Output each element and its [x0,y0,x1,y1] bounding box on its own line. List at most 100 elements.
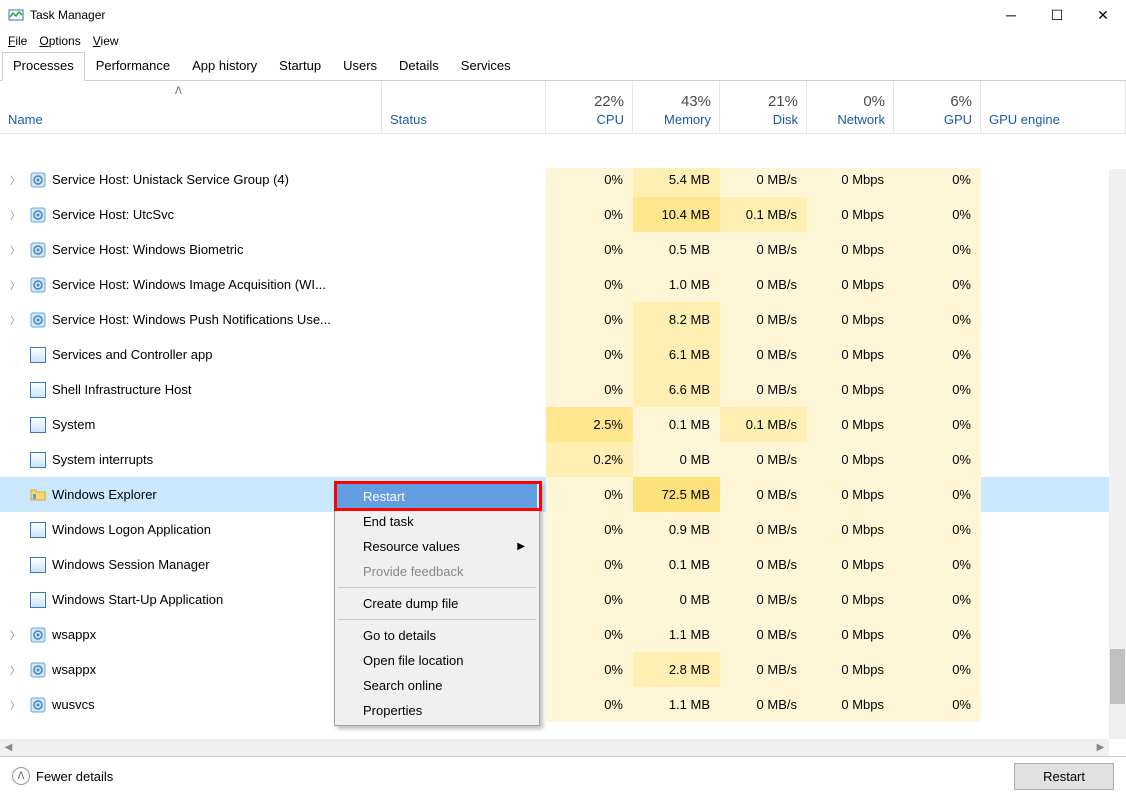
process-memory-cell: 0 MB [633,582,720,617]
column-gpu[interactable]: 6% GPU [894,81,981,133]
process-network-cell: 0 Mbps [807,442,894,477]
column-gpu-engine[interactable]: GPU engine [981,81,1126,133]
process-disk-cell: 0 MB/s [720,547,807,582]
process-gpu-cell: 0% [894,232,981,267]
vertical-scrollbar[interactable] [1109,169,1126,739]
process-network-cell: 0 Mbps [807,302,894,337]
column-disk[interactable]: 21% Disk [720,81,807,133]
process-row[interactable]: 〉Services and Controller app0%6.1 MB0 MB… [0,337,1109,372]
maximize-button[interactable]: ☐ [1034,0,1080,30]
task-manager-icon [8,7,24,23]
footer: ᐱ Fewer details Restart [0,756,1126,795]
expand-chevron-icon[interactable]: 〉 [8,662,22,677]
process-row[interactable]: 〉Windows Session Manager0%0.1 MB0 MB/s0 … [0,547,1109,582]
process-icon [30,592,46,608]
scroll-left-icon[interactable]: ◀ [0,742,17,753]
process-row[interactable]: 〉Shell Infrastructure Host0%6.6 MB0 MB/s… [0,372,1109,407]
horizontal-scrollbar[interactable]: ◀ ▶ [0,739,1109,756]
expand-chevron-icon[interactable]: 〉 [8,312,22,327]
process-network-cell: 0 Mbps [807,547,894,582]
scroll-right-icon[interactable]: ▶ [1092,742,1109,753]
process-row[interactable]: 〉Service Host: UtcSvc0%10.4 MB0.1 MB/s0 … [0,197,1109,232]
process-cpu-cell: 0% [546,582,633,617]
process-row[interactable]: 〉System2.5%0.1 MB0.1 MB/s0 Mbps0% [0,407,1109,442]
process-row[interactable]: 〉wsappx0%1.1 MB0 MB/s0 Mbps0% [0,617,1109,652]
process-network-cell: 0 Mbps [807,687,894,722]
tab-details[interactable]: Details [388,52,450,80]
close-button[interactable]: ✕ [1080,0,1126,30]
menu-view[interactable]: View [93,34,119,48]
column-memory[interactable]: 43% Memory [633,81,720,133]
process-gpu-cell: 0% [894,547,981,582]
process-row[interactable]: 〉Windows Logon Application0%0.9 MB0 MB/s… [0,512,1109,547]
process-row[interactable]: 〉Service Host: Unistack Service Group (4… [0,168,1109,197]
expand-chevron-icon[interactable]: 〉 [8,242,22,257]
context-go-details[interactable]: Go to details [337,623,537,648]
restart-button[interactable]: Restart [1014,763,1114,790]
tab-app-history[interactable]: App history [181,52,268,80]
column-cpu[interactable]: 22% CPU [546,81,633,133]
scrollbar-thumb[interactable] [1110,649,1125,704]
context-search-online[interactable]: Search online [337,673,537,698]
process-row[interactable]: 〉System interrupts0.2%0 MB0 MB/s0 Mbps0% [0,442,1109,477]
context-properties[interactable]: Properties [337,698,537,723]
process-row[interactable]: 〉Windows Start-Up Application0%0 MB0 MB/… [0,582,1109,617]
tab-startup[interactable]: Startup [268,52,332,80]
context-end-task[interactable]: End task [337,509,537,534]
expand-chevron-icon[interactable]: 〉 [8,627,22,642]
process-name-cell: 〉Service Host: UtcSvc [0,197,382,232]
process-status-cell [382,267,546,302]
process-status-cell [382,302,546,337]
column-status-label: Status [390,112,537,127]
process-icon [30,172,46,188]
column-headers: ᐱ Name Status 22% CPU 43% Memory 21% Dis… [0,81,1126,134]
network-pct: 0% [863,93,885,110]
process-gpu-cell: 0% [894,168,981,197]
process-row[interactable]: 〉wsappx0%2.8 MB0 MB/s0 Mbps0% [0,652,1109,687]
tab-performance[interactable]: Performance [85,52,181,80]
process-disk-cell: 0 MB/s [720,302,807,337]
context-restart[interactable]: Restart [337,484,537,509]
engine-label: GPU engine [989,112,1117,127]
process-gpu-cell: 0% [894,302,981,337]
fewer-details-toggle[interactable]: ᐱ Fewer details [12,767,113,785]
column-status[interactable]: Status [382,81,546,133]
process-name-cell: 〉Windows Explorer [0,477,382,512]
column-network[interactable]: 0% Network [807,81,894,133]
context-provide-feedback: Provide feedback [337,559,537,584]
process-gpu-cell: 0% [894,372,981,407]
process-list: 〉Service Host: Unistack Service Group (4… [0,168,1109,739]
expand-chevron-icon[interactable]: 〉 [8,172,22,187]
minimize-button[interactable]: ─ [988,0,1034,30]
context-create-dump[interactable]: Create dump file [337,591,537,616]
tab-processes[interactable]: Processes [2,52,85,81]
process-disk-cell: 0.1 MB/s [720,407,807,442]
process-name-cell: 〉Services and Controller app [0,337,382,372]
titlebar: Task Manager ─ ☐ ✕ [0,0,1126,30]
process-engine-cell [981,547,1109,582]
tab-users[interactable]: Users [332,52,388,80]
context-resource-values[interactable]: Resource values ▶ [337,534,537,559]
process-name: wsappx [52,627,96,642]
process-row[interactable]: 〉wusvcs0%1.1 MB0 MB/s0 Mbps0% [0,687,1109,722]
process-network-cell: 0 Mbps [807,337,894,372]
expand-chevron-icon[interactable]: 〉 [8,697,22,712]
process-engine-cell [981,302,1109,337]
column-name[interactable]: ᐱ Name [0,81,382,133]
process-icon [30,662,46,678]
process-name: Service Host: Windows Biometric [52,242,243,257]
process-row[interactable]: 〉Service Host: Windows Biometric0%0.5 MB… [0,232,1109,267]
process-memory-cell: 0.9 MB [633,512,720,547]
menu-options[interactable]: Options [39,34,80,48]
context-open-location[interactable]: Open file location [337,648,537,673]
process-row[interactable]: 〉Service Host: Windows Push Notification… [0,302,1109,337]
expand-chevron-icon[interactable]: 〉 [8,277,22,292]
process-row[interactable]: 〉Service Host: Windows Image Acquisition… [0,267,1109,302]
process-row[interactable]: 〉Windows Explorer0%72.5 MB0 MB/s0 Mbps0% [0,477,1109,512]
expand-chevron-icon[interactable]: 〉 [8,207,22,222]
network-label: Network [837,112,885,127]
process-memory-cell: 72.5 MB [633,477,720,512]
menu-file[interactable]: File [8,34,27,48]
tab-services[interactable]: Services [450,52,522,80]
process-name: Services and Controller app [52,347,212,362]
